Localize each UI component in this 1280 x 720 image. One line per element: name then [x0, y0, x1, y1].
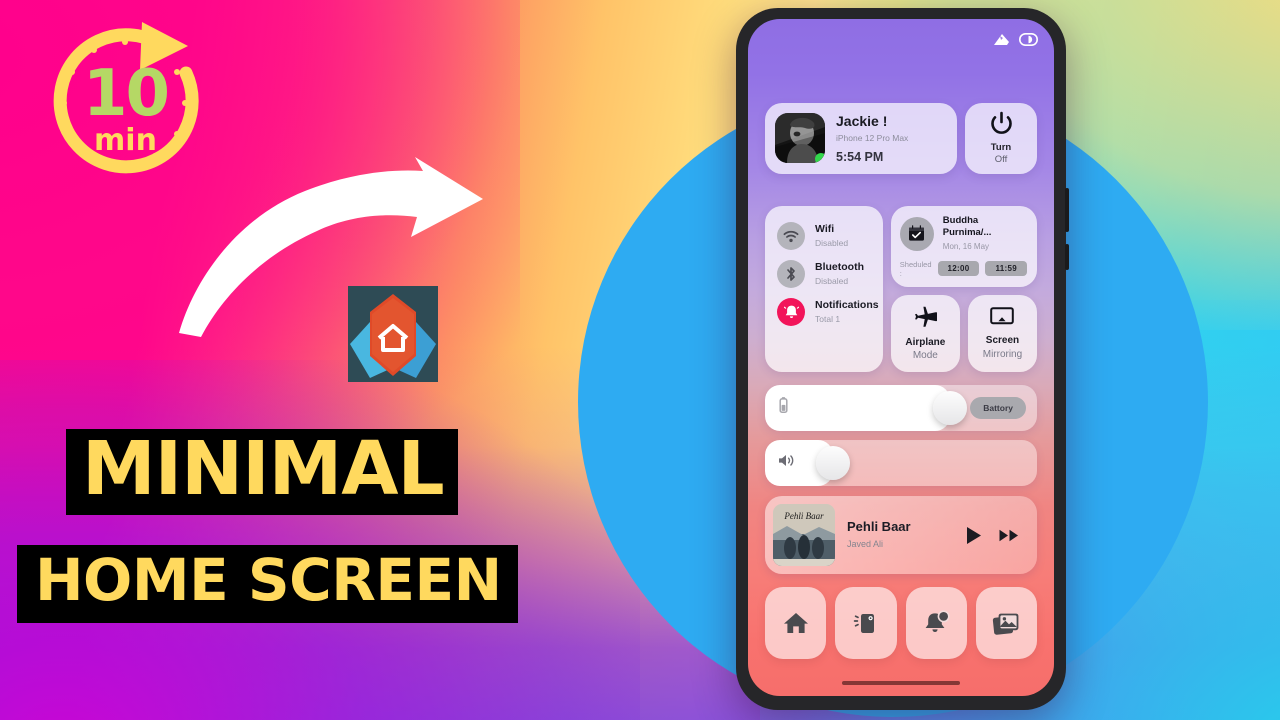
toggles-card: Wifi Disabled Bluetooth Disbaled Notific…	[765, 206, 883, 373]
bell-badge-icon	[923, 610, 950, 636]
bluetooth-icon	[777, 260, 805, 288]
right-column: Buddha Purnima/... Mon, 16 May Sheduled …	[890, 206, 1038, 373]
tile-label-line2: Mode	[912, 350, 938, 362]
tile-row: Airplane Mode Screen Mirroring	[890, 294, 1038, 373]
phone-screen: Jackie ! iPhone 12 Pro Max 5:54 PM Turn …	[748, 19, 1054, 696]
toggle-status: Total 1	[815, 313, 841, 324]
bell-icon	[777, 298, 805, 326]
home-indicator[interactable]	[842, 681, 960, 685]
music-info: Pehli Baar Javed Ali	[847, 519, 954, 551]
toggle-label: Bluetooth	[815, 261, 864, 274]
status-badge	[815, 153, 825, 164]
calendar-date: Mon, 16 May	[942, 241, 990, 251]
contact-name: Jackie !	[836, 113, 888, 130]
vibrate-phone-icon	[853, 610, 879, 636]
tile-label-line1: Screen	[985, 335, 1020, 347]
quick-settings-row: Wifi Disabled Bluetooth Disbaled Notific…	[765, 206, 1038, 373]
toggle-notifications[interactable]: Notifications Total 1	[765, 293, 883, 331]
battery-vertical-icon	[778, 397, 789, 420]
calendar-schedule: Sheduled : 12:00 11:59	[900, 260, 1027, 278]
title-banner-secondary: HOME SCREEN	[17, 545, 518, 623]
album-art: Pehli Baar	[773, 504, 835, 566]
contact-time: 5:54 PM	[836, 149, 884, 164]
volume-slider-row	[765, 440, 1037, 486]
status-bar	[993, 33, 1038, 46]
toggle-label: Wifi	[815, 223, 835, 236]
play-icon[interactable]	[966, 526, 982, 545]
phone-power-button[interactable]	[1065, 244, 1069, 270]
toggle-status: Disbaled	[815, 275, 849, 286]
battery-pill-label[interactable]: Battory	[970, 397, 1026, 419]
contact-info: Jackie ! iPhone 12 Pro Max 5:54 PM	[836, 113, 947, 163]
fast-forward-icon[interactable]	[999, 529, 1019, 542]
tile-screen-mirroring[interactable]: Screen Mirroring	[967, 294, 1038, 373]
calendar-check-icon	[899, 216, 934, 251]
tile-label-line2: Mirroring	[982, 348, 1023, 360]
scheduled-label: Sheduled :	[899, 259, 932, 278]
calendar-widget[interactable]: Buddha Purnima/... Mon, 16 May Sheduled …	[890, 206, 1037, 287]
tile-label-line1: Airplane	[905, 336, 946, 348]
signal-icon	[993, 33, 1010, 46]
calendar-title: Buddha Purnima/...	[942, 215, 992, 239]
volume-slider[interactable]	[765, 440, 1037, 486]
battery-slider-row: Battory	[765, 385, 1037, 431]
contact-card[interactable]: Jackie ! iPhone 12 Pro Max 5:54 PM	[765, 103, 957, 174]
music-player-widget[interactable]: Pehli Baar Pehli Baar Javed Ali	[765, 496, 1037, 574]
volume-slider-knob[interactable]	[816, 446, 850, 480]
gallery-icon	[992, 611, 1020, 636]
calendar-header: Buddha Purnima/... Mon, 16 May	[899, 215, 1027, 253]
toggle-status: Disabled	[815, 237, 849, 248]
battery-slider[interactable]: Battory	[765, 385, 1037, 431]
dock-item-vibrate[interactable]	[835, 587, 897, 659]
airplane-icon	[914, 306, 937, 329]
power-label-line1: Turn	[990, 142, 1012, 153]
track-title: Pehli Baar	[847, 518, 911, 534]
power-off-button[interactable]: Turn Off	[965, 103, 1037, 174]
svg-text:Pehli Baar: Pehli Baar	[783, 511, 824, 521]
power-label-line2: Off	[994, 153, 1008, 165]
background-glow-bottom-left	[0, 360, 640, 720]
title-banner-primary: MINIMAL	[66, 429, 458, 515]
schedule-end-time[interactable]: 11:59	[985, 261, 1027, 277]
badge-unit: min	[94, 123, 157, 158]
badge-number: 10	[82, 57, 170, 131]
contact-device: iPhone 12 Pro Max	[836, 132, 909, 143]
title-line-1: MINIMAL	[82, 426, 445, 512]
title-line-2: HOME SCREEN	[35, 546, 502, 614]
battery-slider-fill	[765, 385, 950, 431]
battery-slider-knob[interactable]	[932, 391, 967, 425]
schedule-start-time[interactable]: 12:00	[937, 261, 980, 277]
phone-mockup: Jackie ! iPhone 12 Pro Max 5:54 PM Turn …	[736, 8, 1069, 710]
home-icon	[783, 611, 809, 635]
wifi-icon	[777, 222, 805, 250]
battery-icon	[1019, 33, 1038, 46]
screencast-icon	[990, 307, 1015, 327]
top-widget-row: Jackie ! iPhone 12 Pro Max 5:54 PM Turn …	[765, 103, 1037, 174]
dock-item-home[interactable]	[765, 587, 827, 659]
dock	[765, 587, 1037, 659]
avatar	[775, 113, 825, 164]
music-controls	[966, 526, 1023, 545]
tile-airplane-mode[interactable]: Airplane Mode	[890, 294, 960, 373]
toggle-label: Notifications	[815, 299, 879, 312]
dock-item-notifications[interactable]	[905, 587, 967, 659]
speaker-icon	[778, 453, 795, 473]
phone-volume-button[interactable]	[1065, 188, 1069, 232]
toggle-wifi[interactable]: Wifi Disabled	[765, 217, 883, 255]
nova-launcher-icon	[348, 286, 438, 382]
power-icon	[989, 111, 1014, 136]
toggle-bluetooth[interactable]: Bluetooth Disbaled	[765, 255, 883, 293]
dock-item-gallery[interactable]	[975, 587, 1037, 659]
track-artist: Javed Ali	[847, 538, 884, 549]
